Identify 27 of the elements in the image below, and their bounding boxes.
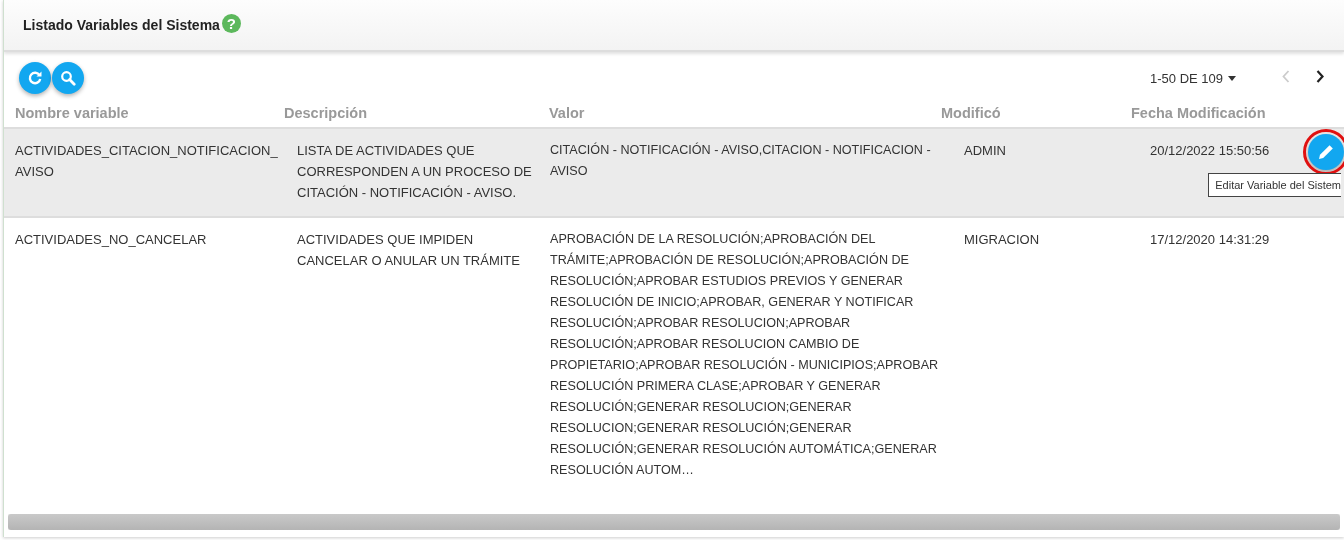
table-cell-text: APROBACIÓN DE LA RESOLUCIÓN;APROBACIÓN DEL TRÁMITE;APROBACIÓN DE RESOLUCIÓN;APROBACIÓN DE RESOLUCIÓN;APROBAR ESTUDIOS PREVIOS Y GENERAR RESOLUCIÓN DE INICIO;APROBAR, GENERAR Y NOTIFICAR RESOLUCIÓN;APROBAR RESOLUCION;APROBAR RESOLUCIÓN;APROBAR RESOLUCION CAMBIO DE PROPIETARIO;APROBAR RESOLUCIÓN - MUNICIPIOS;APROBAR RESOLUCIÓN PRIMERA CLASE;APROBAR Y GENERAR RESOLUCIÓN;GENERAR RESOLUCION;GENERAR RESOLUCION;GENERAR RESOLUCIÓN;GENERAR RESOLUCIÓN;GENERAR RESOLUCIÓN AUTOMÁTICA;GENERAR RESOLUCIÓN AUTOM… <box>550 230 940 479</box>
table-cell-text: 20/12/2022 15:50:56 <box>1149 142 1271 160</box>
table-cell-text: 17/12/2020 14:31:29 <box>1149 231 1271 249</box>
column-header[interactable]: Fecha Modificación <box>1131 105 1304 121</box>
scrollbar-thumb[interactable] <box>8 514 1340 530</box>
table-cell-text: ACTIVIDADES_NO_CANCELAR <box>14 231 208 249</box>
refresh-icon <box>27 70 43 86</box>
table-cell-text: ACTIVIDADES_CITACION_NOTIFICACION_AVISO <box>14 142 279 181</box>
chevron-right-icon <box>1316 70 1324 83</box>
refresh-button[interactable] <box>19 62 51 94</box>
column-header[interactable]: Descripción <box>284 105 549 121</box>
help-icon[interactable]: ? <box>221 13 241 33</box>
page-range-dropdown[interactable]: 1-50 DE 109 <box>1150 70 1223 86</box>
search-button[interactable] <box>52 62 84 94</box>
chevron-left-icon <box>1282 70 1290 83</box>
tooltip: Editar Variable del Sistem <box>1208 173 1341 197</box>
search-icon <box>60 70 76 86</box>
table-cell-text: ACTIVIDADES QUE IMPIDEN CANCELAR O ANULAR UN TRÁMITE <box>296 231 521 270</box>
table-cell-text: MIGRACION <box>963 231 1041 249</box>
page-title: Listado Variables del Sistema <box>23 17 220 33</box>
pencil-icon <box>1317 143 1335 161</box>
caret-icon[interactable] <box>1228 75 1236 81</box>
table-cell-text: ADMIN <box>963 142 1007 160</box>
table-cell-text: LISTA DE ACTIVIDADES QUE CORRESPONDEN A UN PROCESO DE CITACIÓN - NOTIFICACIÓN - AVISO. <box>296 142 533 202</box>
table-cell-text: CITACIÓN - NOTIFICACIÓN - AVISO,CITACION - NOTIFICACION - AVISO <box>550 141 932 180</box>
column-header[interactable]: Nombre variable <box>4 105 284 121</box>
table-row[interactable] <box>4 127 1344 216</box>
